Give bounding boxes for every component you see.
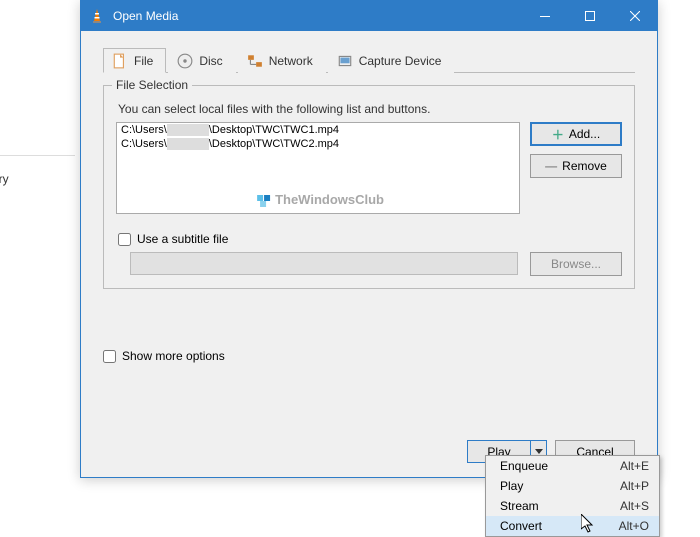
use-subtitle-label: Use a subtitle file — [137, 232, 228, 246]
tab-disc[interactable]: Disc — [168, 48, 235, 73]
minus-icon: — — [545, 159, 557, 173]
tab-network-label: Network — [269, 54, 313, 68]
watermark: TheWindowsClub — [257, 192, 384, 207]
file-path-suffix: \Desktop\TWC\TWC2.mp4 — [209, 138, 339, 150]
remove-button-label: Remove — [562, 159, 607, 173]
maximize-button[interactable] — [567, 1, 612, 31]
subtitle-path-input — [130, 252, 518, 275]
dropdown-shortcut: Alt+S — [620, 499, 649, 513]
dropdown-shortcut: Alt+P — [620, 479, 649, 493]
dropdown-item-stream[interactable]: Stream Alt+S — [486, 496, 659, 516]
file-list-item[interactable]: C:\Users\ \Desktop\TWC\TWC2.mp4 — [117, 137, 519, 151]
window-title: Open Media — [113, 9, 522, 23]
network-icon — [247, 54, 263, 68]
show-more-options-label: Show more options — [122, 349, 225, 363]
file-selection-hint: You can select local files with the foll… — [118, 102, 622, 116]
file-icon — [112, 54, 128, 68]
dropdown-label: Stream — [500, 499, 620, 513]
browse-button-label: Browse... — [551, 257, 601, 271]
dropdown-label: Convert — [500, 519, 619, 533]
media-tabs: File Disc Network Capture Device — [103, 47, 635, 72]
remove-file-button[interactable]: — Remove — [530, 154, 622, 178]
play-dropdown-menu: Enqueue Alt+E Play Alt+P Stream Alt+S Co… — [485, 455, 660, 537]
browse-subtitle-button: Browse... — [530, 252, 622, 276]
file-selection-legend: File Selection — [112, 78, 192, 92]
dropdown-item-convert[interactable]: Convert Alt+O — [486, 516, 659, 536]
file-path-prefix: C:\Users\ — [121, 138, 167, 150]
tab-capture[interactable]: Capture Device — [328, 48, 455, 73]
disc-icon — [177, 54, 193, 68]
tab-panel: File Selection You can select local file… — [103, 72, 635, 289]
tab-network[interactable]: Network — [238, 48, 326, 73]
use-subtitle-checkbox[interactable] — [118, 233, 131, 246]
chevron-down-icon — [535, 449, 543, 455]
dropdown-shortcut: Alt+E — [620, 459, 649, 473]
background-sidebar-fragment: ery — [0, 172, 9, 186]
file-path-suffix: \Desktop\TWC\TWC1.mp4 — [209, 124, 339, 136]
tab-file-label: File — [134, 54, 153, 68]
open-media-dialog: Open Media File Disc Network Capture Dev… — [80, 0, 658, 478]
add-file-button[interactable]: ＋ Add... — [530, 122, 622, 146]
file-list-item[interactable]: C:\Users\ \Desktop\TWC\TWC1.mp4 — [117, 123, 519, 137]
watermark-text: TheWindowsClub — [275, 192, 384, 207]
background-separator — [0, 155, 75, 156]
vlc-cone-icon — [89, 8, 105, 24]
dropdown-item-play[interactable]: Play Alt+P — [486, 476, 659, 496]
dropdown-item-enqueue[interactable]: Enqueue Alt+E — [486, 456, 659, 476]
capture-icon — [337, 54, 353, 68]
redacted-username — [167, 138, 209, 150]
show-more-options-checkbox[interactable] — [103, 350, 116, 363]
file-selection-group: File Selection You can select local file… — [103, 85, 635, 289]
tab-capture-label: Capture Device — [359, 54, 442, 68]
dropdown-label: Enqueue — [500, 459, 620, 473]
file-list[interactable]: C:\Users\ \Desktop\TWC\TWC1.mp4 C:\Users\… — [116, 122, 520, 214]
close-button[interactable] — [612, 1, 657, 31]
add-button-label: Add... — [569, 127, 600, 141]
tab-file[interactable]: File — [103, 48, 166, 73]
dropdown-label: Play — [500, 479, 620, 493]
plus-icon: ＋ — [552, 126, 564, 143]
title-bar[interactable]: Open Media — [81, 1, 657, 31]
file-path-prefix: C:\Users\ — [121, 124, 167, 136]
tab-disc-label: Disc — [199, 54, 222, 68]
minimize-button[interactable] — [522, 1, 567, 31]
dropdown-shortcut: Alt+O — [619, 519, 649, 533]
redacted-username — [167, 124, 209, 136]
